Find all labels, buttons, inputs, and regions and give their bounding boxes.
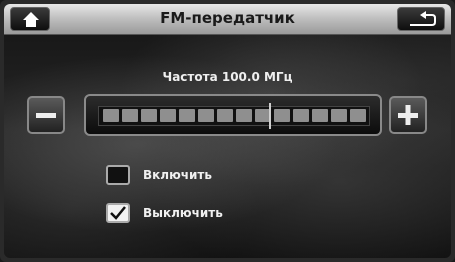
slider-segment xyxy=(331,109,347,122)
disable-label: Выключить xyxy=(143,206,223,220)
minus-icon xyxy=(36,113,56,118)
frequency-label: Частота 100.0 МГц xyxy=(162,70,293,84)
device-frame: FM-передатчик Частота 100.0 МГц Включить… xyxy=(0,0,455,262)
title-bar: FM-передатчик xyxy=(4,4,451,35)
disable-checkbox[interactable] xyxy=(106,203,130,223)
slider-segment xyxy=(160,109,176,122)
slider-segment xyxy=(141,109,157,122)
plus-icon xyxy=(398,105,418,125)
enable-label: Включить xyxy=(143,168,212,182)
slider-needle[interactable] xyxy=(269,103,271,129)
slider-segment xyxy=(350,109,366,122)
slider-segment xyxy=(236,109,252,122)
slider-segment xyxy=(274,109,290,122)
checkmark-icon xyxy=(110,206,126,220)
slider-segment xyxy=(179,109,195,122)
return-arrow-icon xyxy=(410,11,436,26)
enable-checkbox[interactable] xyxy=(106,165,130,185)
slider-segment xyxy=(122,109,138,122)
page-title: FM-передатчик xyxy=(160,9,295,27)
decrease-frequency-button[interactable] xyxy=(27,96,65,134)
slider-segment xyxy=(312,109,328,122)
back-button[interactable] xyxy=(397,7,445,31)
increase-frequency-button[interactable] xyxy=(389,96,427,134)
slider-segment xyxy=(293,109,309,122)
frequency-slider[interactable] xyxy=(84,94,382,136)
slider-segment xyxy=(103,109,119,122)
slider-segment xyxy=(198,109,214,122)
slider-segment xyxy=(217,109,233,122)
screen: FM-передатчик Частота 100.0 МГц Включить… xyxy=(4,4,451,258)
slider-track xyxy=(98,103,370,129)
